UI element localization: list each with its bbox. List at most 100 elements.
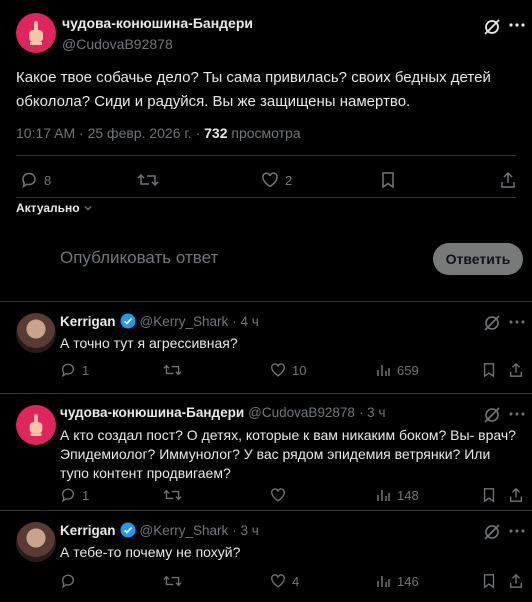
author-handle[interactable]: @CudovaB92878 (62, 36, 173, 52)
views-count: 148 (397, 487, 419, 503)
bookmark-button[interactable] (481, 487, 497, 503)
author-handle[interactable]: @Kerry_Shark (140, 314, 229, 329)
like-button[interactable]: 4 (270, 573, 299, 589)
grok-icon[interactable] (483, 314, 501, 332)
retweet-button[interactable] (163, 487, 188, 503)
share-button[interactable] (508, 362, 524, 378)
reply-actions: 1 148 (0, 487, 532, 507)
reply-header: Kerrigan @Kerry_Shark · 3 ч (60, 522, 259, 538)
like-button[interactable] (270, 487, 292, 503)
reply-time[interactable]: · 3 ч (232, 523, 259, 538)
reply-button[interactable] (60, 573, 82, 589)
views-icon (377, 576, 390, 587)
reply-text: А тебе-то почему не похуй? (60, 544, 241, 560)
retweet-button[interactable] (163, 573, 188, 589)
hand-icon (29, 414, 43, 436)
reply-header: чудова-конюшина-Бандери @CudovaB92878 · … (60, 405, 385, 420)
reply-text: А точно тут я агрессивная? (60, 335, 238, 351)
avatar[interactable] (16, 13, 56, 53)
avatar[interactable] (16, 522, 56, 562)
tweet-actions: 8 2 (0, 165, 532, 195)
heart-icon (271, 574, 285, 588)
views-icon (377, 365, 390, 376)
bookmark-icon (483, 363, 495, 378)
share-icon (510, 362, 522, 377)
bookmark-button[interactable] (481, 573, 497, 589)
more-icon[interactable] (508, 405, 526, 423)
author-name[interactable]: чудова-конюшина-Бандери (62, 15, 253, 31)
reply-actions: 4 146 (0, 573, 532, 593)
reply-time[interactable]: · 3 ч (359, 405, 386, 420)
reply-actions: 1 10 659 (0, 362, 532, 382)
reply-button[interactable]: 8 (20, 171, 51, 189)
reply-icon (61, 574, 74, 589)
reply-icon (61, 488, 74, 503)
bookmark-icon (382, 172, 394, 189)
bookmark-icon (483, 488, 495, 503)
grok-icon[interactable] (483, 18, 501, 36)
retweet-button[interactable] (137, 171, 165, 189)
reply-submit-button[interactable]: Ответить (433, 243, 523, 275)
tweet-meta: 10:17 AM · 25 февр. 2026 г. · 732 просмо… (16, 125, 301, 141)
views-count: 146 (397, 573, 419, 589)
retweet-icon (163, 364, 182, 376)
retweet-button[interactable] (163, 362, 188, 378)
views-count: 732 (204, 125, 228, 141)
reply-time[interactable]: · 4 ч (232, 314, 259, 329)
author-name[interactable]: Kerrigan (60, 523, 116, 538)
grok-icon[interactable] (483, 406, 501, 424)
views-button[interactable]: 146 (375, 573, 419, 589)
like-count: 10 (292, 362, 307, 378)
avatar[interactable] (16, 313, 56, 353)
views-button[interactable]: 148 (375, 487, 419, 503)
share-icon (501, 171, 515, 188)
heart-icon (271, 488, 285, 502)
reply-icon (61, 363, 74, 378)
verified-icon (120, 313, 136, 329)
more-icon[interactable] (508, 522, 526, 540)
reply-count: 1 (82, 362, 90, 378)
views-button[interactable]: 659 (375, 362, 419, 378)
like-button[interactable]: 10 (270, 362, 306, 378)
share-icon (510, 573, 522, 588)
heart-icon (271, 363, 285, 377)
more-icon[interactable] (508, 16, 526, 34)
reply-input[interactable]: Опубликовать ответ (60, 248, 218, 268)
share-button[interactable] (508, 487, 524, 503)
share-icon (510, 487, 522, 502)
sort-label: Актуально (16, 201, 80, 215)
sort-dropdown[interactable]: Актуально (16, 201, 94, 215)
reply-item[interactable]: чудова-конюшина-Бандери @CudovaB92878 · … (0, 393, 532, 511)
more-icon[interactable] (508, 313, 526, 331)
retweet-icon (163, 575, 182, 587)
author-name[interactable]: Kerrigan (60, 314, 116, 329)
divider (16, 155, 516, 156)
grok-icon[interactable] (483, 523, 501, 541)
share-button[interactable] (508, 573, 524, 589)
tweet-time[interactable]: 10:17 AM · 25 февр. 2026 г. · (16, 125, 204, 141)
share-button[interactable] (499, 171, 517, 189)
reply-button[interactable]: 1 (60, 487, 89, 503)
reply-item[interactable]: Kerrigan @Kerry_Shark · 4 ч А точно тут … (0, 301, 532, 394)
chevron-down-icon (84, 206, 92, 211)
like-button[interactable]: 2 (261, 171, 292, 189)
bookmark-button[interactable] (481, 362, 497, 378)
views-count: 659 (397, 362, 419, 378)
reply-composer: Опубликовать ответ Ответить (0, 226, 532, 275)
author-handle[interactable]: @Kerry_Shark (140, 523, 229, 538)
reply-button[interactable]: 1 (60, 362, 89, 378)
verified-icon (120, 522, 136, 538)
author-handle[interactable]: @CudovaB92878 (248, 405, 355, 420)
like-count: 2 (285, 172, 293, 188)
retweet-icon (163, 489, 182, 501)
views-icon (377, 490, 390, 501)
avatar[interactable] (16, 405, 56, 445)
reply-count: 1 (82, 487, 90, 503)
divider (16, 197, 516, 198)
reply-header: Kerrigan @Kerry_Shark · 4 ч (60, 313, 259, 329)
bookmark-icon (483, 574, 495, 589)
tweet-text: Какое твое собачье дело? Ты сама привила… (16, 69, 491, 110)
bookmark-button[interactable] (379, 171, 397, 189)
author-name[interactable]: чудова-конюшина-Бандери (60, 405, 244, 420)
reply-item[interactable]: Kerrigan @Kerry_Shark · 3 ч А тебе-то по… (0, 510, 532, 602)
